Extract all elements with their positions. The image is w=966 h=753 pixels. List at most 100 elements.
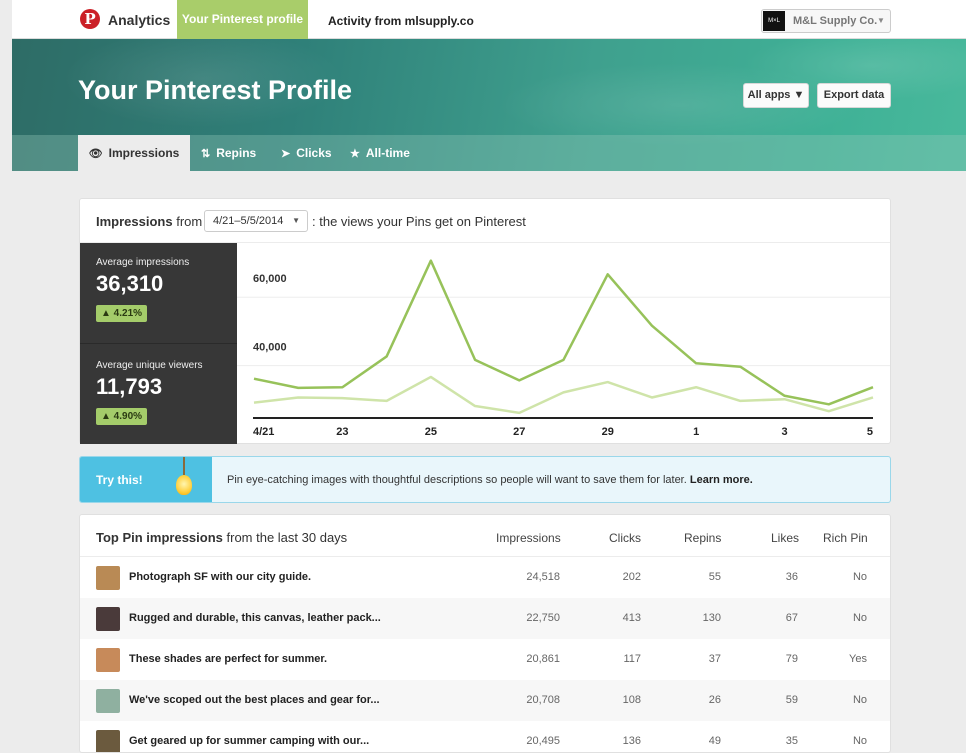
cell-rich-pin: No [852, 694, 867, 706]
try-this-label-panel: Try this! [80, 457, 212, 502]
metric-tabs: 👁 Impressions ⇅ Repins ➤ Clicks ★ All-time [12, 135, 966, 171]
tab-label: All-time [365, 146, 410, 160]
export-data-button[interactable]: Export data [817, 83, 891, 108]
pin-thumbnail[interactable] [96, 566, 120, 590]
analytics-link[interactable]: Analytics [108, 12, 170, 28]
chevron-down-icon: ▼ [877, 16, 885, 25]
cell-impressions: 20,861 [526, 653, 560, 665]
all-apps-dropdown[interactable]: All apps ▼ [743, 83, 809, 108]
tab-all-time[interactable]: ★ All-time [350, 135, 410, 171]
tab-repins[interactable]: ⇅ Repins [201, 135, 256, 171]
cell-repins: 26 [708, 694, 721, 706]
pin-thumbnail[interactable] [96, 689, 120, 713]
column-header-impressions[interactable]: Impressions [496, 531, 561, 545]
column-header-rich-pin[interactable]: Rich Pin [823, 531, 868, 545]
date-range-select[interactable]: 4/21–5/5/2014 ▼ [204, 210, 308, 232]
cell-likes: 79 [785, 653, 798, 665]
date-range-value: 4/21–5/5/2014 [213, 215, 284, 227]
lightbulb-icon [176, 475, 192, 495]
avg-unique-value: 11,793 [96, 374, 163, 399]
pin-title[interactable]: Rugged and durable, this canvas, leather… [129, 612, 381, 624]
try-this-banner: Try this! Pin eye-catching images with t… [79, 456, 891, 503]
avg-impressions-label: Average impressions [96, 257, 190, 268]
stats-panel: Average impressions 36,310 ▲ 4.21% Avera… [80, 243, 237, 444]
tip-text: Pin eye-catching images with thoughtful … [227, 474, 687, 486]
x-tick-label: 3 [782, 426, 788, 438]
lightbulb-wire [183, 457, 185, 475]
avg-unique-block: Average unique viewers 11,793 ▲ 4.90% [96, 360, 203, 425]
top-pins-table: Top Pin impressions from the last 30 day… [79, 514, 891, 753]
pin-title[interactable]: Get geared up for summer camping with ou… [129, 735, 369, 747]
top-pins-title: Top Pin impressions from the last 30 day… [96, 530, 347, 545]
cell-rich-pin: No [852, 612, 867, 624]
tab-label: Impressions [108, 146, 180, 160]
table-header: Top Pin impressions from the last 30 day… [80, 515, 890, 557]
repin-icon: ⇅ [201, 148, 211, 160]
x-tick-label: 1 [693, 426, 699, 438]
stats-divider [80, 343, 237, 344]
learn-more-link[interactable]: Learn more. [690, 474, 753, 486]
cell-likes: 59 [785, 694, 798, 706]
cell-repins: 130 [702, 612, 721, 624]
tab-your-pinterest-profile[interactable]: Your Pinterest profile [177, 0, 308, 39]
x-tick-label: 25 [425, 426, 437, 438]
table-row[interactable]: Photograph SF with our city guide. 24,518… [80, 557, 890, 598]
column-header-clicks[interactable]: Clicks [609, 531, 641, 545]
top-pins-title-bold: Top Pin impressions [96, 530, 223, 545]
try-this-text: Pin eye-catching images with thoughtful … [227, 474, 753, 486]
cell-rich-pin: No [852, 571, 867, 583]
account-logo: M×L [763, 11, 785, 31]
table-row[interactable]: We've scoped out the best places and gea… [80, 680, 890, 721]
cell-likes: 35 [785, 735, 798, 747]
account-switcher[interactable]: M×L M&L Supply Co. ▼ [761, 9, 891, 33]
cell-impressions: 24,518 [526, 571, 560, 583]
table-row[interactable]: Rugged and durable, this canvas, leather… [80, 598, 890, 639]
cell-impressions: 22,750 [526, 612, 560, 624]
cell-clicks: 108 [622, 694, 641, 706]
tab-impressions[interactable]: 👁 Impressions [78, 135, 190, 171]
pinterest-logo-icon[interactable]: P [80, 9, 100, 29]
star-icon: ★ [350, 148, 360, 160]
cell-likes: 67 [785, 612, 798, 624]
impressions-title-from: from [172, 214, 203, 229]
top-nav: P Analytics Your Pinterest profile Activ… [12, 0, 966, 39]
cell-repins: 49 [708, 735, 721, 747]
impressions-card: Impressions from 4/21–5/5/2014 ▼ : the v… [79, 198, 891, 444]
impressions-series-line [253, 259, 874, 406]
table-row[interactable]: These shades are perfect for summer. 20,8… [80, 639, 890, 680]
y-tick-label: 60,000 [253, 273, 287, 285]
eye-icon: 👁 [88, 148, 103, 160]
cell-clicks: 202 [622, 571, 641, 583]
cell-likes: 36 [785, 571, 798, 583]
pin-title[interactable]: These shades are perfect for summer. [129, 653, 327, 665]
cell-rich-pin: Yes [849, 653, 867, 665]
pin-title[interactable]: We've scoped out the best places and gea… [129, 694, 380, 706]
impressions-description: : the views your Pins get on Pinterest [312, 214, 526, 229]
cell-clicks: 413 [622, 612, 641, 624]
chevron-down-icon: ▼ [292, 216, 300, 225]
tab-activity-from-site[interactable]: Activity from mlsupply.co [328, 14, 474, 28]
x-tick-label: 5 [867, 426, 873, 438]
pin-thumbnail[interactable] [96, 607, 120, 631]
x-tick-label: 4/21 [253, 426, 274, 438]
impressions-title-bold: Impressions [96, 214, 173, 229]
tab-label: Repins [216, 146, 257, 160]
cell-impressions: 20,495 [526, 735, 560, 747]
cell-clicks: 117 [623, 653, 641, 665]
top-pins-title-rest: from the last 30 days [222, 530, 348, 545]
pin-thumbnail[interactable] [96, 648, 120, 672]
column-header-likes[interactable]: Likes [771, 531, 799, 545]
table-row[interactable]: Get geared up for summer camping with ou… [80, 721, 890, 752]
page: P Analytics Your Pinterest profile Activ… [12, 0, 966, 753]
pin-thumbnail[interactable] [96, 730, 120, 752]
impressions-title: Impressions from [96, 214, 202, 229]
column-header-repins[interactable]: Repins [684, 531, 721, 545]
pin-title[interactable]: Photograph SF with our city guide. [129, 571, 311, 583]
unique-viewers-series-line [253, 375, 874, 415]
avg-unique-label: Average unique viewers [96, 360, 203, 371]
tab-label: Clicks [296, 146, 332, 160]
tab-clicks[interactable]: ➤ Clicks [281, 135, 332, 171]
page-title: Your Pinterest Profile [78, 75, 353, 105]
cell-repins: 55 [708, 571, 721, 583]
impressions-line-chart: 60,000 40,000 4/21 23 25 27 29 1 3 5 [237, 259, 890, 438]
